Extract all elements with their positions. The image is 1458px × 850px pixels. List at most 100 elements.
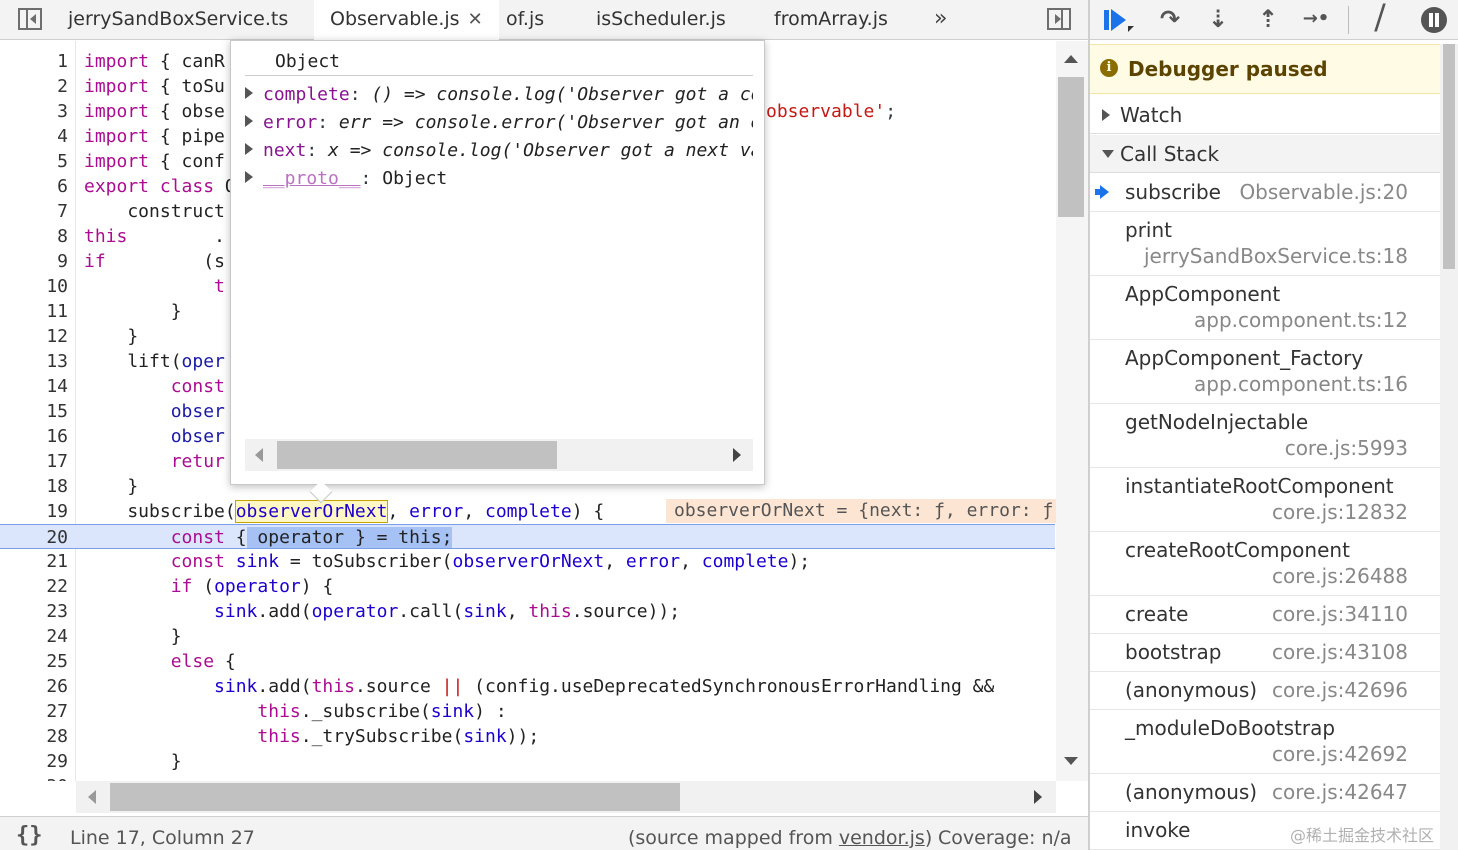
scroll-right-icon[interactable] xyxy=(1034,790,1042,804)
line-number[interactable]: 24 xyxy=(0,624,68,649)
line-number[interactable]: 12 xyxy=(0,324,68,349)
code-line[interactable]: 24 } xyxy=(0,624,1055,649)
line-number[interactable]: 6 xyxy=(0,174,68,199)
scrollbar-thumb[interactable] xyxy=(1058,77,1084,217)
code-line[interactable]: 23 sink.add(operator.call(sink, this.sou… xyxy=(0,599,1055,624)
line-number[interactable]: 15 xyxy=(0,399,68,424)
sidebar-vertical-scrollbar[interactable] xyxy=(1440,44,1458,850)
call-frame[interactable]: instantiateRootComponent core.js:12832 xyxy=(1090,468,1440,532)
step-into-button[interactable]: ⇣ xyxy=(1200,4,1236,34)
pretty-print-icon[interactable]: {} xyxy=(16,817,43,850)
editor-vertical-scrollbar[interactable] xyxy=(1056,41,1088,781)
line-number[interactable]: 21 xyxy=(0,549,68,574)
object-property-next[interactable]: next: x => console.log('Observer got a n… xyxy=(245,137,753,165)
line-number[interactable]: 13 xyxy=(0,349,68,374)
code-line[interactable]: 22 if (operator) { xyxy=(0,574,1055,599)
scrollbar-thumb[interactable] xyxy=(110,783,680,811)
watch-section-header[interactable]: Watch xyxy=(1090,96,1440,134)
call-frame[interactable]: getNodeInjectable core.js:5993 xyxy=(1090,404,1440,468)
line-number[interactable]: 25 xyxy=(0,649,68,674)
line-number[interactable]: 7 xyxy=(0,199,68,224)
popover-horizontal-scrollbar[interactable] xyxy=(245,439,753,471)
code-line[interactable]: 27 this._subscribe(sink) : xyxy=(0,699,1055,724)
call-frame[interactable]: print jerrySandBoxService.ts:18 xyxy=(1090,212,1440,276)
line-number[interactable]: 8 xyxy=(0,224,68,249)
call-frame[interactable]: bootstrap core.js:43108 xyxy=(1090,634,1440,672)
object-property-error[interactable]: error: err => console.error('Observer go… xyxy=(245,109,753,137)
line-number[interactable]: 30 xyxy=(0,774,68,781)
step-out-button[interactable]: ⇡ xyxy=(1250,4,1286,34)
resume-button[interactable] xyxy=(1098,4,1134,34)
line-number[interactable]: 28 xyxy=(0,724,68,749)
scroll-left-icon[interactable] xyxy=(255,448,263,462)
call-frame[interactable]: AppComponent app.component.ts:12 xyxy=(1090,276,1440,340)
object-property-complete[interactable]: complete: () => console.log('Observer go… xyxy=(245,81,753,109)
editor-horizontal-scrollbar[interactable] xyxy=(76,781,1056,813)
deactivate-breakpoints-button[interactable]: ⧸ xyxy=(1362,4,1398,34)
object-property-proto[interactable]: __proto__: Object xyxy=(245,165,753,193)
frame-location: core.js:43108 xyxy=(1271,640,1408,664)
toggle-navigator-icon[interactable] xyxy=(18,8,42,30)
line-number[interactable]: 27 xyxy=(0,699,68,724)
call-frame[interactable]: _moduleDoBootstrap core.js:42692 xyxy=(1090,710,1440,774)
close-tab-icon[interactable]: ✕ xyxy=(468,9,483,30)
coverage-info[interactable]: Coverage: n/a xyxy=(938,817,1072,850)
step-button[interactable]: →• xyxy=(1298,4,1334,34)
line-number[interactable]: 17 xyxy=(0,449,68,474)
scroll-up-icon[interactable] xyxy=(1064,55,1078,63)
toggle-debugger-icon[interactable] xyxy=(1047,8,1071,30)
tab-of[interactable]: of.js xyxy=(506,0,544,40)
line-number[interactable]: 16 xyxy=(0,424,68,449)
scrollbar-thumb[interactable] xyxy=(1443,44,1455,269)
call-stack-section-header[interactable]: Call Stack xyxy=(1090,135,1440,173)
scroll-down-icon[interactable] xyxy=(1064,757,1078,765)
code-line[interactable]: 20 const { operator } = this; xyxy=(0,524,1055,549)
line-number[interactable]: 3 xyxy=(0,99,68,124)
line-number[interactable]: 23 xyxy=(0,599,68,624)
tab-observable[interactable]: Observable.js ✕ xyxy=(314,0,499,41)
expand-triangle-icon[interactable] xyxy=(245,171,253,183)
line-number[interactable]: 4 xyxy=(0,124,68,149)
source-map-link[interactable]: vendor.js xyxy=(839,827,925,849)
line-number[interactable]: 9 xyxy=(0,249,68,274)
code-line[interactable]: 21 const sink = toSubscriber(observerOrN… xyxy=(0,549,1055,574)
scroll-right-icon[interactable] xyxy=(733,448,741,462)
expand-triangle-icon[interactable] xyxy=(245,87,253,99)
code-line[interactable]: 29 } xyxy=(0,749,1055,774)
line-number[interactable]: 10 xyxy=(0,274,68,299)
line-number[interactable]: 11 xyxy=(0,299,68,324)
line-number[interactable]: 20 xyxy=(0,525,68,550)
more-tabs-icon[interactable]: » xyxy=(934,0,947,40)
tab-fromarray[interactable]: fromArray.js xyxy=(774,0,888,40)
scrollbar-thumb[interactable] xyxy=(277,441,557,469)
line-number[interactable]: 2 xyxy=(0,74,68,99)
pause-on-exceptions-button[interactable] xyxy=(1416,4,1452,34)
line-number[interactable]: 14 xyxy=(0,374,68,399)
line-number[interactable]: 19 xyxy=(0,499,68,524)
step-over-button[interactable]: ↷ xyxy=(1152,4,1188,34)
line-number[interactable]: 18 xyxy=(0,474,68,499)
tab-jerrysandboxservice[interactable]: jerrySandBoxService.ts xyxy=(68,0,288,40)
call-frame[interactable]: createRootComponent core.js:26488 xyxy=(1090,532,1440,596)
call-frame[interactable]: create core.js:34110 xyxy=(1090,596,1440,634)
tab-isscheduler[interactable]: isScheduler.js xyxy=(596,0,726,40)
call-frame[interactable]: (anonymous) core.js:42647 xyxy=(1090,774,1440,812)
frame-function-name: bootstrap xyxy=(1125,640,1222,664)
code-line[interactable]: 28 this._trySubscribe(sink)); xyxy=(0,724,1055,749)
line-number[interactable]: 26 xyxy=(0,674,68,699)
expand-triangle-icon[interactable] xyxy=(245,115,253,127)
expand-triangle-icon[interactable] xyxy=(245,143,253,155)
code-line[interactable]: 30 xyxy=(0,774,1055,781)
code-token: import xyxy=(84,101,150,122)
line-number[interactable]: 29 xyxy=(0,749,68,774)
call-frame[interactable]: AppComponent_Factory app.component.ts:16 xyxy=(1090,340,1440,404)
call-frame[interactable]: (anonymous) core.js:42696 xyxy=(1090,672,1440,710)
line-number[interactable]: 1 xyxy=(0,49,68,74)
code-line[interactable]: 26 sink.add(this.source || (config.useDe… xyxy=(0,674,1055,699)
code-line[interactable]: 25 else { xyxy=(0,649,1055,674)
line-number[interactable]: 22 xyxy=(0,574,68,599)
scroll-left-icon[interactable] xyxy=(88,790,96,804)
code-line[interactable]: 19 subscribe(observerOrNext, error, comp… xyxy=(0,499,1056,524)
line-number[interactable]: 5 xyxy=(0,149,68,174)
call-frame[interactable]: subscribe Observable.js:20 xyxy=(1090,174,1440,212)
